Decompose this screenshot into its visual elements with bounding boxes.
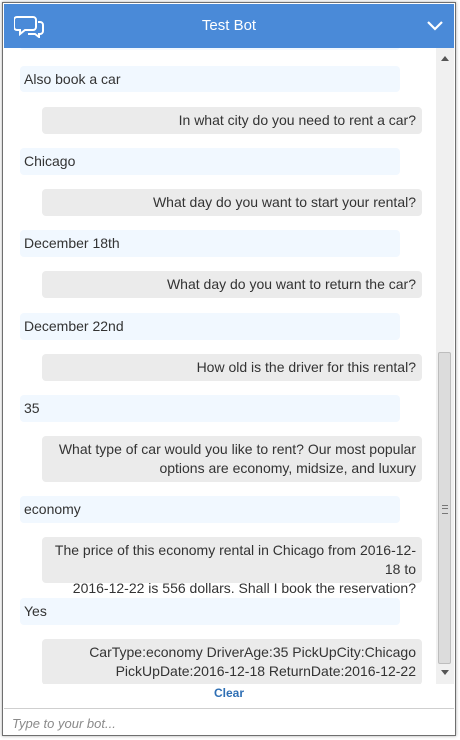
- user-message: Chicago: [20, 148, 400, 175]
- chat-title: Test Bot: [201, 17, 257, 34]
- scroll-down-arrow-icon[interactable]: [441, 670, 449, 675]
- bot-message-line: The price of this economy rental in Chic…: [54, 542, 416, 577]
- scrollbar-thumb[interactable]: [438, 352, 451, 664]
- chat-header: Test Bot: [4, 4, 454, 48]
- message-partial: [20, 48, 400, 50]
- user-message: 35: [20, 395, 400, 422]
- bot-message-line: 2016-12-22 is 556 dollars. Shall I book …: [72, 580, 416, 596]
- user-message: December 22nd: [20, 313, 400, 340]
- bot-message-line: What type of car would you like to rent?…: [58, 441, 416, 457]
- bot-message-line: CarType:economy DriverAge:35 PickUpCity:…: [89, 644, 416, 660]
- message-input-bar: [4, 708, 454, 736]
- chevron-down-icon[interactable]: [426, 18, 444, 34]
- user-message: Yes: [20, 598, 400, 625]
- conversation-scrollbar[interactable]: [436, 48, 454, 684]
- conversation-panel[interactable]: Also book a car In what city do you need…: [4, 48, 436, 684]
- clear-button[interactable]: Clear: [4, 686, 454, 704]
- bot-message: How old is the driver for this rental?: [42, 354, 422, 381]
- grip-icon: [442, 505, 448, 514]
- user-message: December 18th: [20, 230, 400, 257]
- bot-message-line: options are economy, midsize, and luxury: [159, 460, 416, 476]
- bot-message-line: PickUpDate:2016-12-18 ReturnDate:2016-12…: [115, 663, 416, 679]
- user-message: economy: [20, 496, 400, 523]
- message-input[interactable]: [12, 713, 442, 733]
- scroll-up-arrow-icon[interactable]: [441, 56, 449, 61]
- bot-message: What type of car would you like to rent?…: [42, 436, 422, 482]
- bot-message: The price of this economy rental in Chic…: [42, 537, 422, 596]
- bot-message: CarType:economy DriverAge:35 PickUpCity:…: [42, 639, 422, 684]
- bot-message: In what city do you need to rent a car?: [42, 107, 422, 134]
- user-message: Also book a car: [20, 66, 400, 92]
- bot-message: What day do you want to start your renta…: [42, 189, 422, 216]
- bot-message: What day do you want to return the car?: [42, 271, 422, 298]
